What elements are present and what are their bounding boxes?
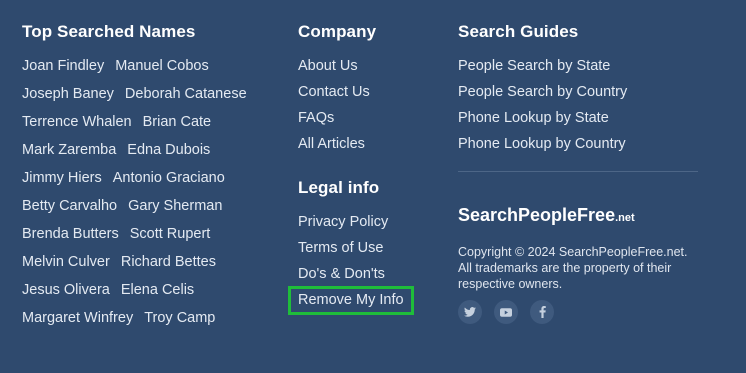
- search-guides-heading: Search Guides: [458, 22, 579, 41]
- name-link[interactable]: Elena Celis: [121, 281, 194, 309]
- guides-links: People Search by State People Search by …: [458, 57, 627, 161]
- legal-links: Privacy Policy Terms of Use Do's & Don't…: [288, 213, 414, 315]
- name-link[interactable]: Brian Cate: [143, 113, 212, 141]
- remove-my-info-link[interactable]: Remove My Info: [288, 286, 414, 315]
- about-us-link[interactable]: About Us: [298, 57, 370, 83]
- name-link[interactable]: Troy Camp: [144, 309, 215, 337]
- all-articles-link[interactable]: All Articles: [298, 135, 370, 161]
- names-row: Betty Carvalho Gary Sherman: [22, 197, 258, 225]
- social-links: [458, 300, 554, 324]
- divider: [458, 171, 698, 172]
- name-link[interactable]: Jimmy Hiers: [22, 169, 102, 197]
- people-search-by-state-link[interactable]: People Search by State: [458, 57, 627, 83]
- top-searched-names-heading: Top Searched Names: [22, 22, 196, 41]
- brand-name: SearchPeopleFree: [458, 205, 616, 225]
- name-link[interactable]: Joseph Baney: [22, 85, 114, 113]
- youtube-icon[interactable]: [494, 300, 518, 324]
- names-row: Jimmy Hiers Antonio Graciano: [22, 169, 258, 197]
- name-link[interactable]: Terrence Whalen: [22, 113, 132, 141]
- name-link[interactable]: Melvin Culver: [22, 253, 110, 281]
- names-row: Joan Findley Manuel Cobos: [22, 57, 258, 85]
- contact-us-link[interactable]: Contact Us: [298, 83, 370, 109]
- name-link[interactable]: Betty Carvalho: [22, 197, 117, 225]
- names-row: Mark Zaremba Edna Dubois: [22, 141, 258, 169]
- name-link[interactable]: Manuel Cobos: [115, 57, 209, 85]
- dos-and-donts-link[interactable]: Do's & Don'ts: [298, 265, 411, 291]
- brand-suffix: .net: [615, 212, 635, 224]
- names-row: Brenda Butters Scott Rupert: [22, 225, 258, 253]
- name-link[interactable]: Jesus Olivera: [22, 281, 110, 309]
- names-row: Margaret Winfrey Troy Camp: [22, 309, 258, 337]
- name-link[interactable]: Brenda Butters: [22, 225, 119, 253]
- name-link[interactable]: Joan Findley: [22, 57, 104, 85]
- names-row: Joseph Baney Deborah Catanese: [22, 85, 258, 113]
- name-link[interactable]: Deborah Catanese: [125, 85, 247, 113]
- names-row: Jesus Olivera Elena Celis: [22, 281, 258, 309]
- name-link[interactable]: Scott Rupert: [130, 225, 211, 253]
- name-link[interactable]: Richard Bettes: [121, 253, 216, 281]
- brand-logo[interactable]: SearchPeopleFree.net: [458, 205, 635, 226]
- name-link[interactable]: Edna Dubois: [127, 141, 210, 169]
- name-link[interactable]: Gary Sherman: [128, 197, 222, 225]
- people-search-by-country-link[interactable]: People Search by Country: [458, 83, 627, 109]
- phone-lookup-by-country-link[interactable]: Phone Lookup by Country: [458, 135, 627, 161]
- names-row: Melvin Culver Richard Bettes: [22, 253, 258, 281]
- names-row: Terrence Whalen Brian Cate: [22, 113, 258, 141]
- terms-of-use-link[interactable]: Terms of Use: [298, 239, 411, 265]
- names-list: Joan Findley Manuel Cobos Joseph Baney D…: [22, 57, 258, 337]
- company-heading: Company: [298, 22, 377, 41]
- company-links: About Us Contact Us FAQs All Articles: [298, 57, 370, 161]
- faqs-link[interactable]: FAQs: [298, 109, 370, 135]
- copyright-text: Copyright © 2024 SearchPeopleFree.net. A…: [458, 245, 688, 291]
- name-link[interactable]: Antonio Graciano: [113, 169, 225, 197]
- twitter-icon[interactable]: [458, 300, 482, 324]
- name-link[interactable]: Margaret Winfrey: [22, 309, 133, 337]
- name-link[interactable]: Mark Zaremba: [22, 141, 116, 169]
- legal-info-heading: Legal info: [298, 178, 380, 197]
- privacy-policy-link[interactable]: Privacy Policy: [298, 213, 411, 239]
- phone-lookup-by-state-link[interactable]: Phone Lookup by State: [458, 109, 627, 135]
- facebook-icon[interactable]: [530, 300, 554, 324]
